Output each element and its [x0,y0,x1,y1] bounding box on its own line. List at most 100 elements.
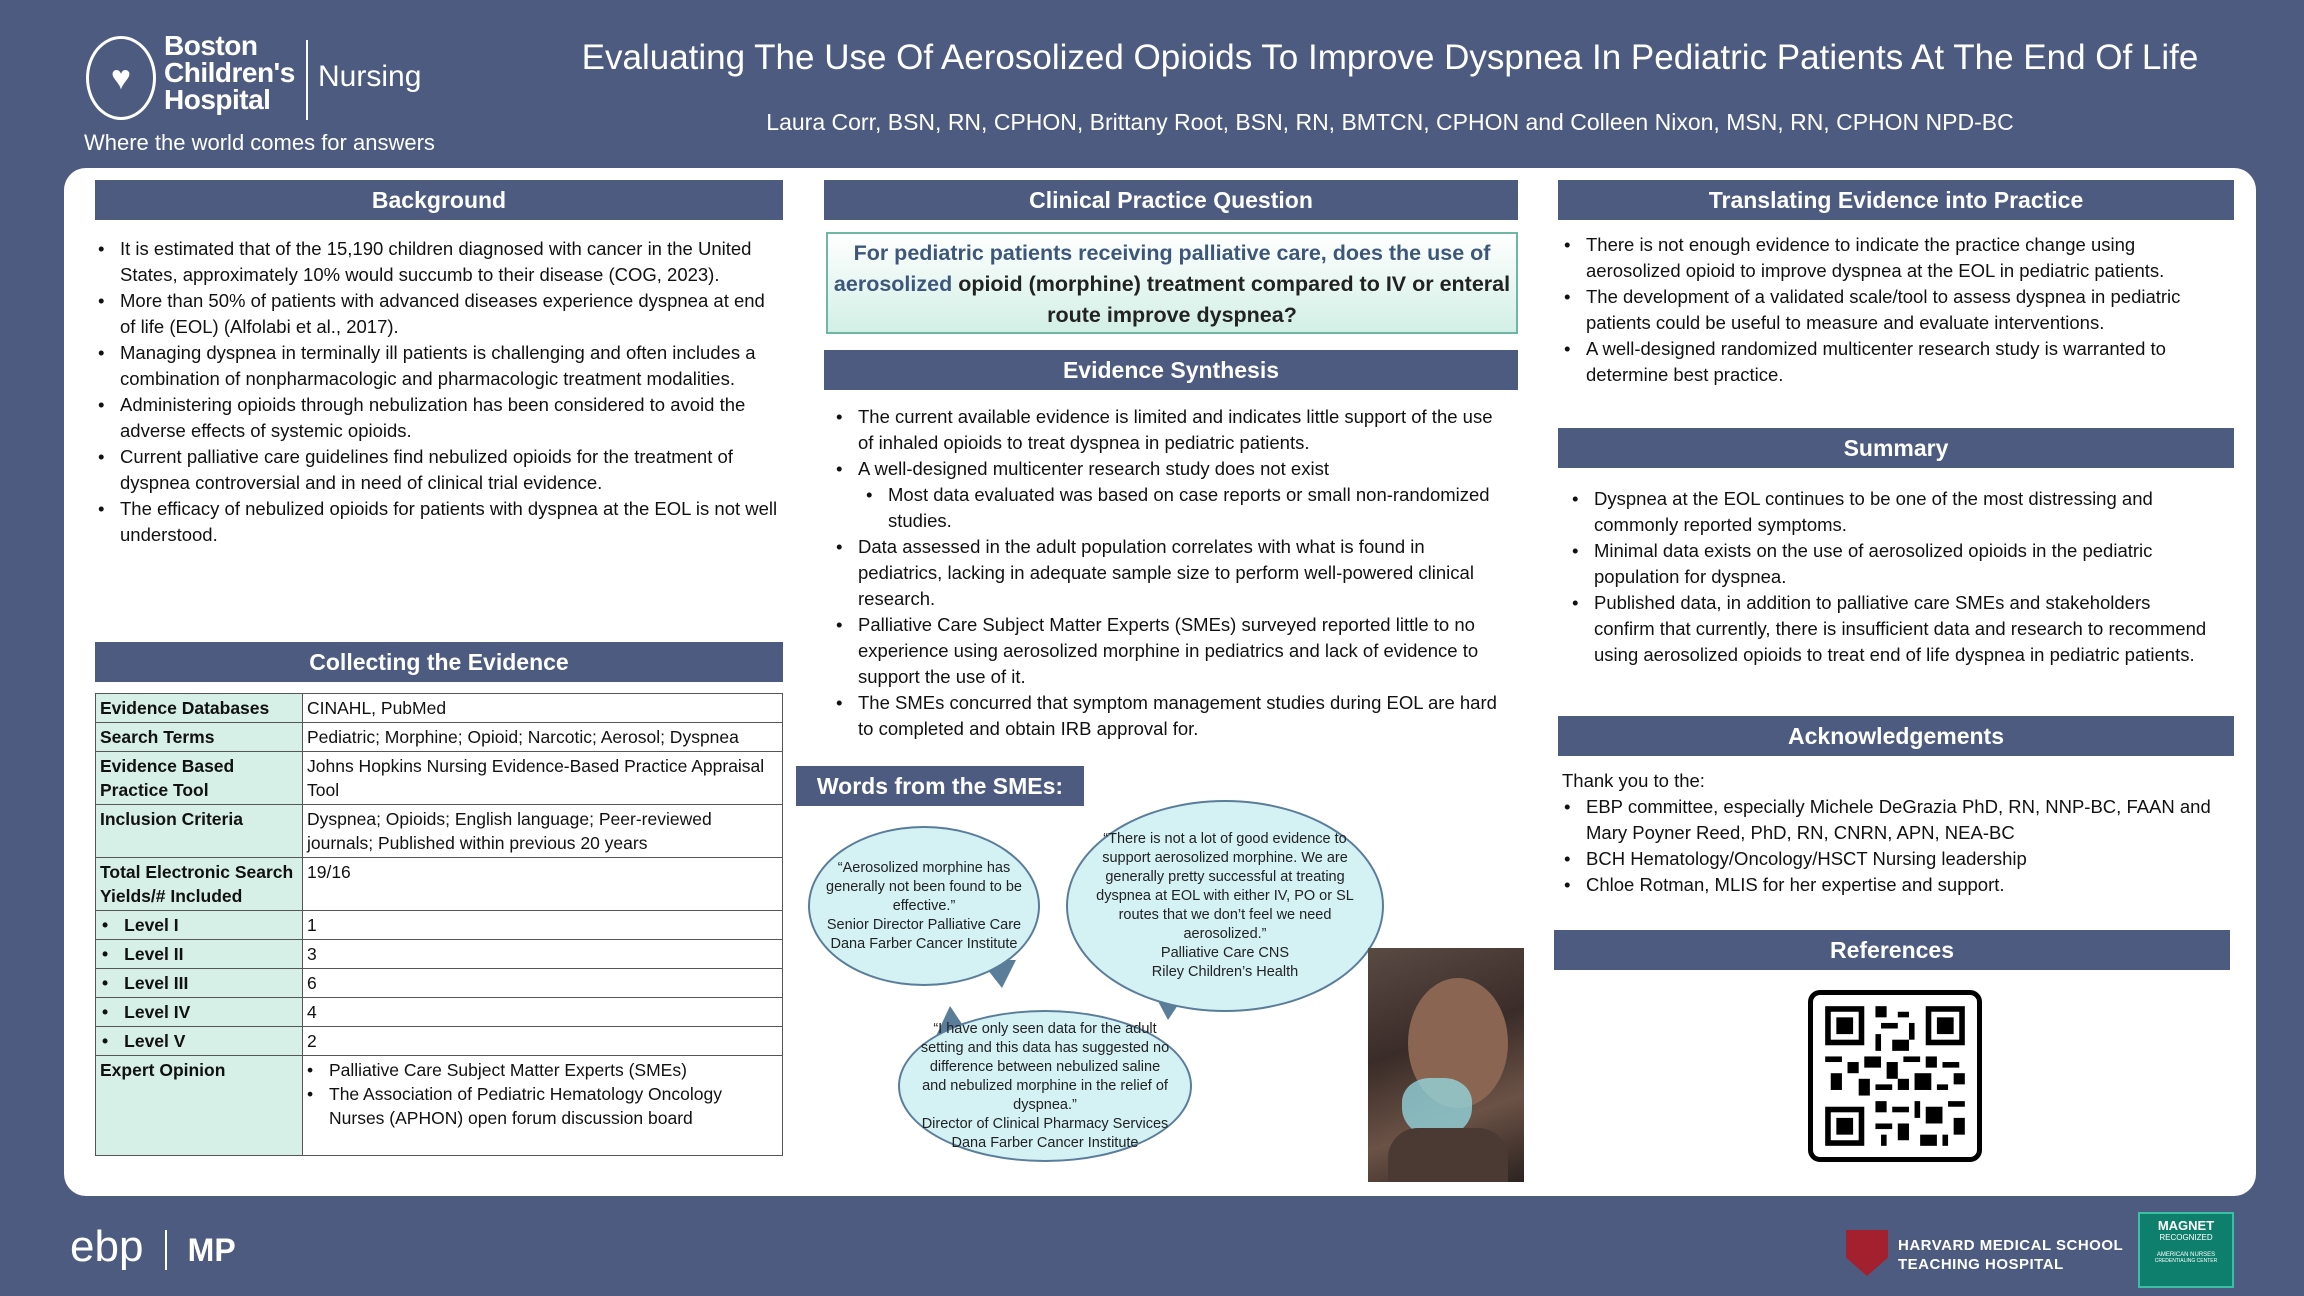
logo-divider [306,40,308,120]
table-key: • Level IV [95,997,303,1027]
table-row: Evidence Databases CINAHL, PubMed [95,693,783,723]
table-row: Expert Opinion Palliative Care Subject M… [95,1055,783,1156]
hospital-seal-icon: ♥ [86,36,156,120]
quote-text: “I have only seen data for the adult set… [920,1020,1170,1113]
synthesis-bullet: Data assessed in the adult population co… [836,534,1500,612]
poster-authors: Laura Corr, BSN, RN, CPHON, Brittany Roo… [766,109,2014,135]
table-key: Evidence Based Practice Tool [95,751,303,805]
table-key: Total Electronic Search Yields/# Include… [95,857,303,911]
ack-bullet: Chloe Rotman, MLIS for her expertise and… [1564,872,2222,898]
mp-logo-text: MP [187,1232,236,1268]
quote-role: Director of Clinical Pharmacy Services [921,1115,1169,1132]
quote-bubble-1: “Aerosolized morphine has generally not … [808,826,1040,986]
expert-item: Palliative Care Subject Matter Experts (… [307,1058,778,1082]
summary-bullet: Dyspnea at the EOL continues to be one o… [1572,486,2208,538]
background-bullet: The efficacy of nebulized opioids for pa… [98,496,780,548]
org-name-line-1: Boston [164,30,258,61]
quote-org: Dana Farber Cancer Institute [951,1134,1139,1151]
table-key: • Level II [95,939,303,969]
background-list: It is estimated that of the 15,190 child… [96,236,780,548]
summary-heading: Summary [1558,428,2234,468]
table-key: Evidence Databases [95,693,303,723]
cpq-box: For pediatric patients receiving palliat… [826,232,1518,334]
table-key: Search Terms [95,722,303,752]
ebp-logo-text: ebp [70,1222,144,1271]
level-label: Level III [124,973,189,993]
expert-item: The Association of Pediatric Hematology … [307,1082,778,1130]
table-row: Search Terms Pediatric; Morphine; Opioid;… [95,722,783,752]
evidence-table: Evidence Databases CINAHL, PubMed Search … [95,693,783,1156]
table-key: Expert Opinion [95,1055,303,1156]
background-heading: Background [95,180,783,220]
table-row: • Level III 6 [95,968,783,998]
level-label: Level IV [124,1002,191,1022]
quote-role: Palliative Care CNS [1160,945,1290,961]
background-bullet: It is estimated that of the 15,190 child… [98,236,780,288]
org-unit: Nursing [318,60,422,93]
summary-list: Dyspnea at the EOL continues to be one o… [1568,486,2208,668]
table-value: Pediatric; Morphine; Opioid; Narcotic; A… [302,722,783,752]
magnet-badge: MAGNET RECOGNIZED AMERICAN NURSES CREDEN… [2138,1212,2234,1288]
quote-text: “Aerosolized morphine has generally not … [826,859,1022,914]
table-row: • Level II 3 [95,939,783,969]
quote-org: Riley Children’s Health [1151,964,1299,980]
magnet-line-2: RECOGNIZED [2159,1233,2213,1242]
level-label: Level I [124,915,179,935]
table-value: CINAHL, PubMed [302,693,783,723]
table-row: Evidence Based Practice Tool Johns Hopkin… [95,751,783,805]
background-bullet: Current palliative care guidelines find … [98,444,780,496]
child-nebulizer-photo [1368,948,1524,1182]
hms-line-1: HARVARD MEDICAL SCHOOL [1898,1237,2124,1254]
level-label: Level V [124,1031,186,1051]
ack-bullet: EBP committee, especially Michele DeGraz… [1564,794,2222,846]
synthesis-bullet: Palliative Care Subject Matter Experts (… [836,612,1500,690]
synthesis-bullet: A well-designed multicenter research stu… [836,456,1500,482]
references-heading: References [1554,930,2230,970]
quote-org: Dana Farber Cancer Institute [830,935,1018,952]
synthesis-sub-bullet: Most data evaluated was based on case re… [866,482,1500,534]
background-bullet: Administering opioids through nebulizati… [98,392,780,444]
magnet-line-4: CREDENTIALING CENTER [2154,1258,2218,1264]
table-key: • Level I [95,910,303,940]
translating-bullet: A well-designed randomized multicenter r… [1564,336,2222,388]
quote-bubble-3: “I have only seen data for the adult set… [898,1010,1192,1162]
collecting-heading: Collecting the Evidence [95,642,783,682]
level-label: Level II [124,944,184,964]
hms-label: HARVARD MEDICAL SCHOOL TEACHING HOSPITAL [1898,1236,2123,1274]
summary-bullet: Minimal data exists on the use of aeroso… [1572,538,2208,590]
translating-bullet: The development of a validated scale/too… [1564,284,2222,336]
hospital-logo: ♥ Boston Children's Hospital Nursing [86,30,466,122]
table-key: • Level III [95,968,303,998]
cpq-text: opioid (morphine) treatment compared to … [958,272,1511,327]
table-key: Inclusion Criteria [95,804,303,858]
synthesis-heading: Evidence Synthesis [824,350,1518,390]
table-row: Inclusion Criteria Dyspnea; Opioids; Engl… [95,804,783,858]
background-bullet: More than 50% of patients with advanced … [98,288,780,340]
ack-intro: Thank you to the: [1562,770,1705,791]
ack-section: Thank you to the: EBP committee, especia… [1562,768,2222,898]
table-value: 2 [302,1026,783,1056]
table-row: • Level I1 [95,910,783,940]
synthesis-bullet: The current available evidence is limite… [836,404,1500,456]
ack-heading: Acknowledgements [1558,716,2234,756]
summary-bullet: Published data, in addition to palliativ… [1572,590,2208,668]
harvard-shield-icon [1846,1230,1888,1276]
synthesis-bullet: The SMEs concurred that symptom manageme… [836,690,1500,742]
table-value: 19/16 [302,857,783,911]
table-value: 4 [302,997,783,1027]
table-value: Dyspnea; Opioids; English language; Peer… [302,804,783,858]
synthesis-list: The current available evidence is limite… [832,404,1500,742]
table-value: 6 [302,968,783,998]
quote-text: “There is not a lot of good evidence to … [1096,831,1354,942]
quote-role: Senior Director Palliative Care [826,916,1022,933]
translating-heading: Translating Evidence into Practice [1558,180,2234,220]
references-qr-code[interactable] [1808,990,1982,1162]
cpq-heading: Clinical Practice Question [824,180,1518,220]
table-row: • Level IV 4 [95,997,783,1027]
ebp-mp-logo: ebp MP [70,1222,236,1272]
hms-line-2: TEACHING HOSPITAL [1898,1256,2064,1273]
poster-title: Evaluating The Use Of Aerosolized Opioid… [581,38,2199,77]
tagline: Where the world comes for answers [84,130,435,155]
words-heading: Words from the SMEs: [796,766,1084,806]
table-value: 1 [302,910,783,940]
